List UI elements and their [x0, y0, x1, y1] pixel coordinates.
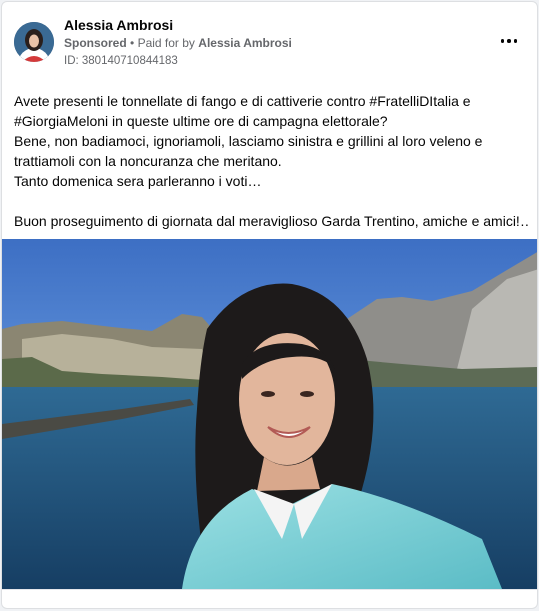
author-name[interactable]: Alessia Ambrosi — [64, 17, 173, 33]
post-text-line: #GiorgiaMeloni in queste ultime ore di c… — [14, 113, 388, 129]
post-text-line: Bene, non badiamoci, ignoriamoli, lascia… — [14, 133, 483, 149]
more-options-icon[interactable] — [495, 29, 523, 53]
ad-card: Alessia Ambrosi Sponsored • Paid for by … — [1, 1, 538, 609]
divider — [2, 589, 537, 590]
post-photo[interactable] — [2, 239, 538, 589]
post-text: Avete presenti le tonnellate di fango e … — [14, 91, 529, 231]
eye-right — [300, 391, 314, 397]
sponsored-label: Sponsored — [64, 36, 127, 50]
paid-for-name: Alessia Ambrosi — [198, 36, 292, 50]
post-header: Alessia Ambrosi Sponsored • Paid for by … — [14, 16, 525, 72]
paid-for-prefix: Paid for by — [137, 36, 195, 50]
post-text-line[interactable]: Buon proseguimento di giornata dal merav… — [14, 211, 529, 231]
ad-id: ID: 380140710844183 — [64, 55, 178, 67]
sponsored-line: Sponsored • Paid for by Alessia Ambrosi — [64, 36, 292, 50]
post-text-line: Tanto domenica sera parleranno i voti… — [14, 173, 262, 189]
post-text-line: Avete presenti le tonnellate di fango e … — [14, 93, 471, 109]
meta-separator: • — [130, 36, 135, 50]
post-text-line: trattiamoli con la noncuranza che merita… — [14, 153, 282, 169]
eye-left — [261, 391, 275, 397]
avatar[interactable] — [14, 22, 54, 62]
